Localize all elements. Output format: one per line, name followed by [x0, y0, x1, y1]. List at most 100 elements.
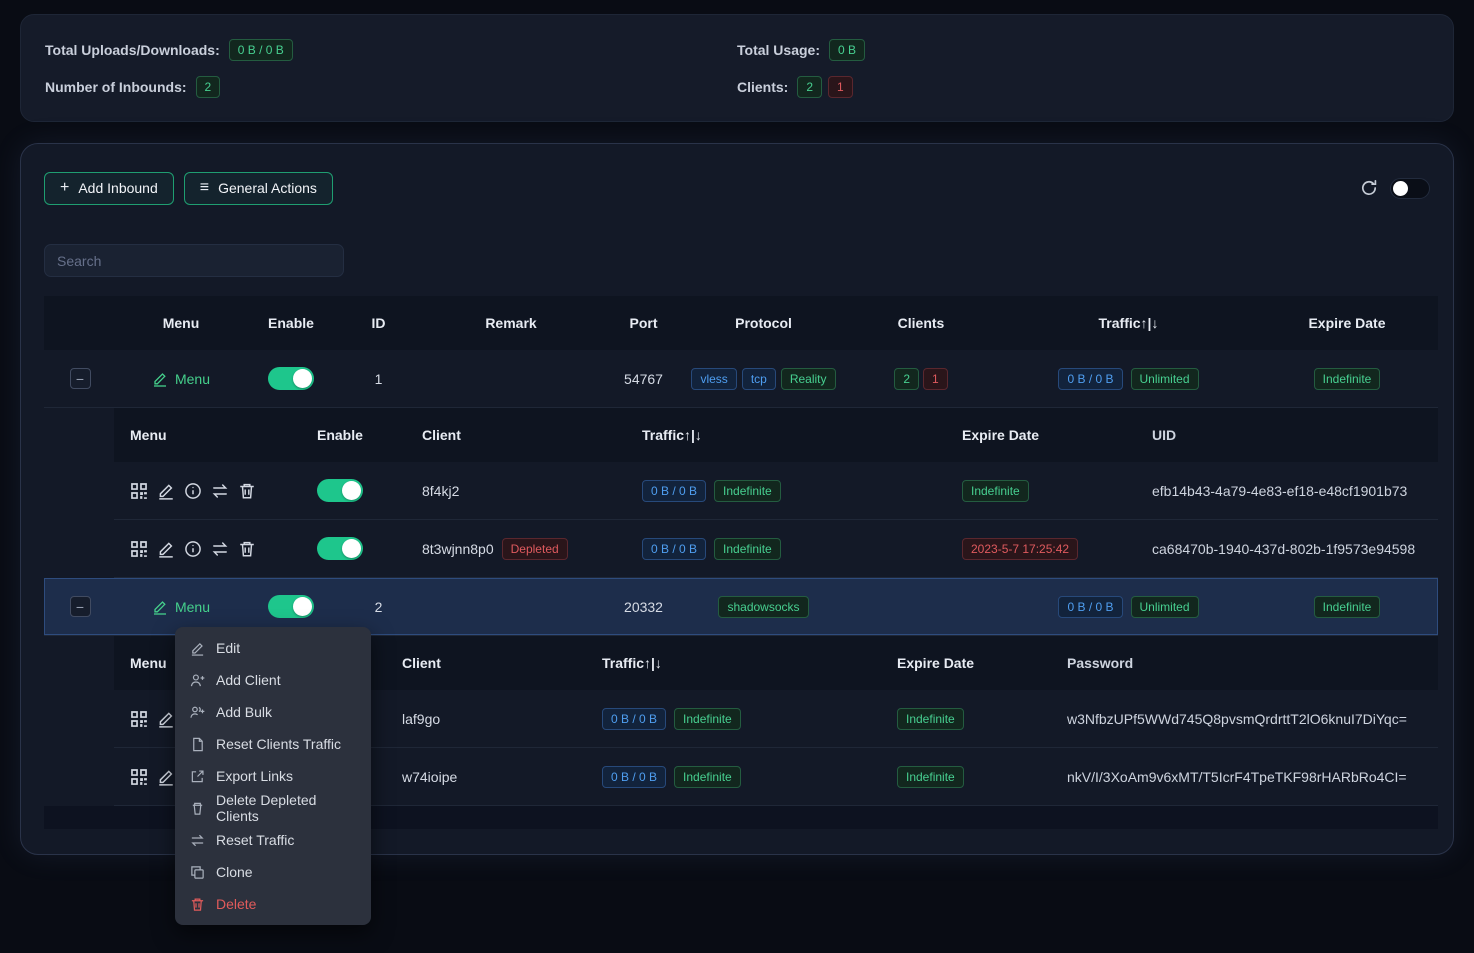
- inbound-menu-button[interactable]: Menu: [152, 371, 210, 387]
- stat-usage-label: Total Usage:: [737, 42, 820, 58]
- header-traffic-sort[interactable]: Traffic↑|↓: [626, 427, 946, 443]
- menu-item-label: Reset Traffic: [216, 832, 294, 848]
- client-enable-toggle[interactable]: [317, 537, 363, 560]
- traffic-limit-badge: Unlimited: [1131, 368, 1199, 390]
- stat-number-of-inbounds: Number of Inbounds: 2: [45, 76, 737, 98]
- header-client: Client: [386, 655, 586, 671]
- expire-badge: Indefinite: [897, 708, 964, 730]
- dark-mode-toggle[interactable]: [1390, 178, 1430, 199]
- protocol-badge: tcp: [742, 368, 776, 390]
- qrcode-icon[interactable]: [130, 482, 148, 500]
- stat-uploads-label: Total Uploads/Downloads:: [45, 42, 220, 58]
- traffic-badge: 0 B / 0 B: [602, 766, 666, 788]
- file-reset-icon: [190, 737, 205, 752]
- info-icon[interactable]: [184, 540, 202, 558]
- context-menu-item-reset-clients-traffic[interactable]: Reset Clients Traffic: [175, 728, 371, 760]
- stat-total-uploads-downloads: Total Uploads/Downloads: 0 B / 0 B: [45, 39, 737, 61]
- header-expire-date: Expire Date: [1256, 315, 1438, 331]
- header-expire-date: Expire Date: [881, 655, 1051, 671]
- context-menu-item-export-links[interactable]: Export Links: [175, 760, 371, 792]
- traffic-limit-badge: Indefinite: [714, 538, 781, 560]
- context-menu-item-add-client[interactable]: Add Client: [175, 664, 371, 696]
- protocol-badge: vless: [691, 368, 736, 390]
- menu-item-label: Delete Depleted Clients: [216, 792, 356, 824]
- inbound-menu-button[interactable]: Menu: [152, 599, 210, 615]
- edit-icon: [152, 599, 168, 615]
- header-protocol: Protocol: [686, 315, 841, 331]
- protocol-badge: Reality: [781, 368, 836, 390]
- clients-depleted-badge: 1: [923, 368, 948, 390]
- context-menu-item-reset-traffic[interactable]: Reset Traffic: [175, 824, 371, 856]
- traffic-badge: 0 B / 0 B: [602, 708, 666, 730]
- edit-icon: [190, 641, 205, 656]
- edit-client-icon[interactable]: [157, 710, 175, 728]
- add-inbound-button[interactable]: + Add Inbound: [44, 172, 174, 205]
- client-name: 8t3wjnn8p0: [422, 541, 494, 557]
- client-uid: ca68470b-1940-437d-802b-1f9573e94598: [1136, 541, 1438, 557]
- stat-total-usage: Total Usage: 0 B: [737, 39, 1429, 61]
- trash-icon: [190, 897, 205, 912]
- header-client: Client: [406, 427, 626, 443]
- depleted-badge: Depleted: [502, 538, 568, 560]
- client-table-vless: Menu Enable Client Traffic↑|↓ Expire Dat…: [114, 408, 1438, 578]
- menu-item-label: Delete: [216, 896, 256, 912]
- client-password: nkV/I/3XoAm9v6xMT/T5IcrF4TpeTKF98rHARbRo…: [1051, 769, 1438, 785]
- inbound-context-menu: Edit Add Client Add Bulk Reset Clients T…: [175, 627, 371, 925]
- header-traffic-sort[interactable]: Traffic↑|↓: [1001, 315, 1256, 331]
- qrcode-icon[interactable]: [130, 768, 148, 786]
- context-menu-item-add-bulk[interactable]: Add Bulk: [175, 696, 371, 728]
- context-menu-item-delete[interactable]: Delete: [175, 888, 371, 920]
- context-menu-item-clone[interactable]: Clone: [175, 856, 371, 888]
- general-actions-button[interactable]: ≡ General Actions: [184, 172, 333, 205]
- edit-client-icon[interactable]: [157, 482, 175, 500]
- inbound-id: 1: [336, 371, 421, 387]
- stat-inbounds-label: Number of Inbounds:: [45, 79, 187, 95]
- header-remark: Remark: [421, 315, 601, 331]
- reset-client-traffic-icon[interactable]: [211, 540, 229, 558]
- edit-client-icon[interactable]: [157, 768, 175, 786]
- inbound-port: 54767: [601, 371, 686, 387]
- export-icon: [190, 769, 205, 784]
- traffic-badge: 0 B / 0 B: [1058, 368, 1122, 390]
- collapse-row-button[interactable]: −: [70, 596, 91, 617]
- copy-icon: [190, 865, 205, 880]
- header-enable: Enable: [246, 315, 336, 331]
- stats-panel: Total Uploads/Downloads: 0 B / 0 B Total…: [20, 14, 1454, 122]
- edit-client-icon[interactable]: [157, 540, 175, 558]
- menu-item-label: Clone: [216, 864, 253, 880]
- menu-item-label: Edit: [216, 640, 240, 656]
- delete-client-icon[interactable]: [238, 482, 256, 500]
- expire-badge: 2023-5-7 17:25:42: [962, 538, 1078, 560]
- inbound-table-header: Menu Enable ID Remark Port Protocol Clie…: [44, 296, 1438, 350]
- swap-icon: [190, 833, 205, 848]
- traffic-limit-badge: Unlimited: [1131, 596, 1199, 618]
- inbound-menu-label: Menu: [175, 599, 210, 615]
- clients-active-badge: 2: [894, 368, 919, 390]
- reset-client-traffic-icon[interactable]: [211, 482, 229, 500]
- qrcode-icon[interactable]: [130, 540, 148, 558]
- expire-badge: Indefinite: [962, 480, 1029, 502]
- context-menu-item-delete-depleted-clients[interactable]: Delete Depleted Clients: [175, 792, 371, 824]
- collapse-row-button[interactable]: −: [70, 368, 91, 389]
- client-enable-toggle[interactable]: [317, 479, 363, 502]
- qrcode-icon[interactable]: [130, 710, 148, 728]
- toolbar: + Add Inbound ≡ General Actions: [44, 171, 1430, 205]
- traffic-badge: 0 B / 0 B: [1058, 596, 1122, 618]
- enable-toggle[interactable]: [268, 367, 314, 390]
- header-traffic-sort[interactable]: Traffic↑|↓: [586, 655, 881, 671]
- enable-toggle[interactable]: [268, 595, 314, 618]
- expire-badge: Indefinite: [1314, 368, 1381, 390]
- traffic-limit-badge: Indefinite: [674, 766, 741, 788]
- client-row: 8f4kj2 0 B / 0 B Indefinite Indefinite e…: [114, 462, 1438, 520]
- delete-client-icon[interactable]: [238, 540, 256, 558]
- context-menu-item-edit[interactable]: Edit: [175, 632, 371, 664]
- info-icon[interactable]: [184, 482, 202, 500]
- search-input[interactable]: [44, 244, 344, 277]
- delete-depleted-icon: [190, 801, 205, 816]
- refresh-icon[interactable]: [1360, 179, 1378, 197]
- stat-usage-value: 0 B: [829, 39, 865, 61]
- expire-badge: Indefinite: [897, 766, 964, 788]
- general-actions-label: General Actions: [218, 180, 317, 196]
- traffic-limit-badge: Indefinite: [714, 480, 781, 502]
- inbound-id: 2: [336, 599, 421, 615]
